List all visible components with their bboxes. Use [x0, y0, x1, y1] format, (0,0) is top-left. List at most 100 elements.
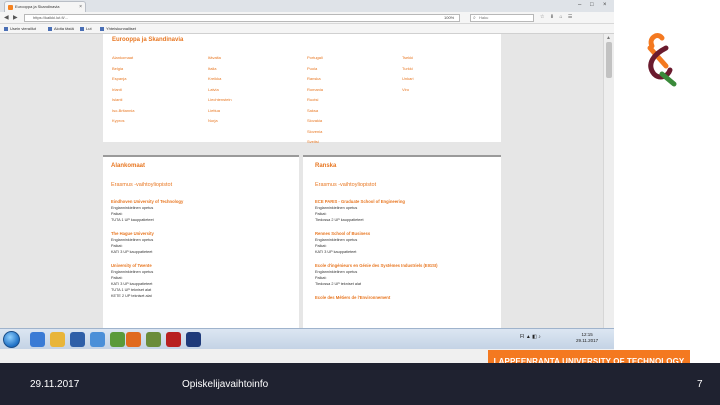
bookmark-item[interactable]: Aloita tästä [48, 26, 74, 32]
word-icon[interactable] [186, 332, 201, 347]
university-detail: Englanninkielinen opetus [315, 238, 358, 242]
browser-window: Eurooppa ja Skandinavia × – □ × ◀ ▶ http… [0, 0, 614, 363]
country-link[interactable]: Tsekki [402, 55, 413, 60]
university-detail: Paikat: [315, 276, 327, 280]
url-bar[interactable]: https://kaikki.lut.fi/... [24, 14, 460, 22]
firefox-icon[interactable] [126, 332, 141, 347]
card-title: Alankomaat [111, 163, 146, 169]
country-link[interactable]: Turkki [402, 66, 413, 71]
country-link[interactable]: Itävalta [208, 55, 221, 60]
taskbar-clock[interactable]: 12:15 29.11.2017 [576, 332, 598, 344]
university-name[interactable]: The Hague University [111, 231, 154, 236]
country-link[interactable]: Kreikka [208, 76, 221, 81]
university-detail: Paikat: [111, 244, 123, 248]
university-detail: Englanninkielinen opetus [315, 206, 358, 210]
university-detail: Paikat: [315, 212, 327, 216]
country-link[interactable]: Ruotsi [307, 97, 318, 102]
bookmark-icon [80, 26, 84, 31]
page-title: Eurooppa ja Skandinavia [112, 37, 184, 43]
university-detail: Tiedossa 2 UP tekniset alat [315, 282, 362, 286]
slide: Eurooppa ja Skandinavia × – □ × ◀ ▶ http… [0, 0, 720, 405]
internet-explorer-icon[interactable] [30, 332, 45, 347]
tab-close-icon[interactable]: × [79, 2, 82, 12]
university-name[interactable]: Rennes School of Business [315, 231, 370, 236]
country-list-card: Eurooppa ja Skandinavia Alankomaat Itäval… [103, 34, 501, 144]
university-detail: Paikat: [111, 212, 123, 216]
start-button[interactable] [3, 331, 20, 348]
university-detail: KETE 2 UP tekniset alat [111, 294, 152, 298]
country-link[interactable]: Espanja [112, 76, 126, 81]
country-link[interactable]: Belgia [112, 66, 123, 71]
country-link[interactable]: Latvia [208, 87, 219, 92]
system-tray[interactable]: FI ▲ ◧ ♪ [520, 334, 541, 340]
bookmark-icon [100, 26, 104, 31]
scroll-up-icon[interactable]: ▲ [606, 35, 611, 41]
university-name[interactable]: Eindhoven University of Technology [111, 199, 183, 204]
forward-icon[interactable]: ▶ [13, 14, 18, 22]
country-link[interactable]: Kypros [112, 118, 124, 123]
tab-bar: Eurooppa ja Skandinavia × – □ × [0, 0, 614, 12]
country-link[interactable]: Romania [307, 87, 323, 92]
country-link[interactable]: Irlanti [112, 87, 122, 92]
language-indicator[interactable]: FI [520, 334, 524, 340]
bookmarks-bar: Usein vieraillut Aloita tästä Lut Yhteis… [0, 24, 614, 34]
country-link[interactable]: Alankomaat [112, 55, 133, 60]
country-link[interactable]: Unkari [402, 76, 414, 81]
university-name[interactable]: University of Twente [111, 263, 152, 268]
country-link[interactable]: Puola [307, 66, 317, 71]
clock-date: 29.11.2017 [576, 338, 599, 343]
country-link[interactable]: Ranska [307, 76, 321, 81]
maximize-icon[interactable]: □ [590, 1, 594, 10]
university-detail: Englanninkielinen opetus [111, 270, 154, 274]
page-number: 7 [697, 379, 703, 390]
country-link[interactable]: Norja [208, 118, 218, 123]
vertical-scrollbar[interactable]: ▲ ▼ [603, 34, 614, 339]
university-detail: Paikat: [111, 276, 123, 280]
footer-title: Opiskelijavaihtoinfo [182, 379, 269, 390]
search-placeholder: Haku [479, 15, 489, 20]
nav-bar: ◀ ▶ https://kaikki.lut.fi/... 100% ⌕ Hak… [0, 12, 614, 24]
close-window-icon[interactable]: × [603, 1, 607, 10]
windows-taskbar: FI ▲ ◧ ♪ 12:15 29.11.2017 [0, 328, 614, 349]
bookmark-item[interactable]: Usein vieraillut [4, 26, 36, 32]
university-detail: TUTA 1 UP tekniset alat [111, 288, 152, 292]
card-subtitle: Erasmus -vaihtoyliopistot [315, 182, 377, 188]
country-link[interactable]: Sveitsi [307, 139, 319, 144]
browser-tab[interactable]: Eurooppa ja Skandinavia × [4, 1, 86, 12]
bookmark-item[interactable]: Yhteiskunnalliset [100, 26, 136, 32]
country-link[interactable]: Saksa [307, 108, 318, 113]
university-detail: Englanninkielinen opetus [111, 238, 154, 242]
country-link[interactable]: Slovakia [307, 118, 322, 123]
url-text: https://kaikki.lut.fi/... [33, 15, 68, 20]
acrobat-icon[interactable] [166, 332, 181, 347]
university-detail: Paikat: [315, 244, 327, 248]
country-link[interactable]: Italia [208, 66, 216, 71]
scrollbar-thumb[interactable] [606, 42, 612, 78]
app-icon[interactable] [146, 332, 161, 347]
calculator-icon[interactable] [110, 332, 125, 347]
country-link[interactable]: Iso-Britannia [112, 108, 134, 113]
zoom-level[interactable]: 100% [444, 15, 454, 20]
country-link[interactable]: Liettua [208, 108, 220, 113]
toolbar-icons[interactable]: ☆ ⬇ ⌂ ☰ [540, 14, 574, 20]
country-link[interactable]: Islanti [112, 97, 122, 102]
university-name[interactable]: Ecole des Métiers de l'Environnement [315, 295, 390, 300]
country-link[interactable]: Liechtenstein [208, 97, 232, 102]
media-player-icon[interactable] [70, 332, 85, 347]
country-link[interactable]: Portugali [307, 55, 323, 60]
country-link[interactable]: Slovenia [307, 129, 322, 134]
minimize-icon[interactable]: – [578, 1, 581, 10]
favicon-icon [8, 5, 13, 10]
bookmark-item[interactable]: Lut [80, 26, 92, 32]
card-title: Ranska [315, 163, 337, 169]
back-icon[interactable]: ◀ [4, 14, 9, 22]
university-name[interactable]: Ecole d'ingénieurs en Génie des Systèmes… [315, 263, 437, 268]
university-name[interactable]: ECE PARIS - Graduate School of Engineeri… [315, 199, 405, 204]
france-card: Ranska Erasmus -vaihtoyliopistot ECE PAR… [303, 155, 501, 339]
file-explorer-icon[interactable] [50, 332, 65, 347]
outlook-icon[interactable] [90, 332, 105, 347]
search-icon: ⌕ [473, 15, 476, 21]
university-detail: KATI 3 UP kauppatieteet [111, 250, 153, 254]
search-input[interactable]: ⌕ Haku [470, 14, 534, 22]
country-link[interactable]: Viro [402, 87, 409, 92]
